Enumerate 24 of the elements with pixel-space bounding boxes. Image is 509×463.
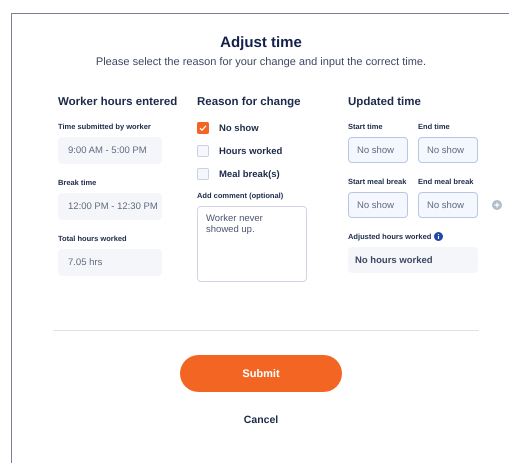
cancel-link[interactable]: Cancel bbox=[244, 414, 278, 426]
submit-button[interactable]: Submit bbox=[180, 355, 342, 392]
checkbox[interactable] bbox=[197, 168, 209, 180]
section-heading: Reason for change bbox=[197, 96, 302, 108]
readonly-field: 7.05 hrs bbox=[58, 249, 162, 276]
checkbox[interactable] bbox=[197, 145, 209, 157]
add-icon[interactable] bbox=[492, 200, 502, 210]
comment-field[interactable]: Worker never showed up. bbox=[197, 206, 307, 282]
dialog-title: Adjust time bbox=[220, 34, 302, 51]
info-icon[interactable] bbox=[434, 232, 444, 241]
checkbox-label: No show bbox=[219, 122, 259, 134]
checkbox-label: Hours worked bbox=[219, 146, 282, 156]
readonly-field: 12:00 PM - 12:30 PM bbox=[58, 193, 162, 220]
section-heading: Worker hours entered bbox=[58, 96, 178, 108]
dialog-subtitle: Please select the reason for your change and input the correct time. bbox=[96, 56, 426, 68]
checkbox-label: Meal break(s) bbox=[219, 168, 280, 180]
section-heading: Updated time bbox=[348, 96, 422, 108]
time-input[interactable]: No show bbox=[348, 192, 408, 218]
time-input[interactable]: No show bbox=[348, 137, 408, 163]
readonly-field: 9:00 AM - 5:00 PM bbox=[58, 137, 162, 164]
checkbox[interactable] bbox=[197, 122, 209, 134]
time-input[interactable]: No show bbox=[418, 192, 478, 218]
time-input[interactable]: No show bbox=[418, 137, 478, 163]
adjusted-hours-field: No hours worked bbox=[348, 247, 478, 273]
